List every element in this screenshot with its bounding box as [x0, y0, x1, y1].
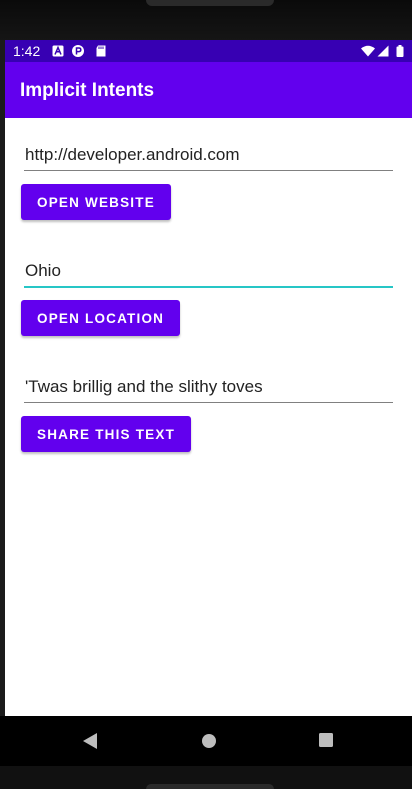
p-icon	[72, 45, 84, 57]
device-bezel-bottom	[0, 766, 412, 789]
location-input[interactable]	[24, 258, 394, 284]
home-icon[interactable]	[201, 733, 217, 749]
status-time: 1:42	[13, 43, 41, 59]
device-bezel-top	[0, 0, 412, 40]
status-bar: 1:42	[5, 40, 412, 62]
app-bar: Implicit Intents	[5, 62, 412, 118]
share-text-button[interactable]: SHARE THIS TEXT	[21, 416, 192, 452]
open-location-button[interactable]: OPEN LOCATION	[21, 300, 181, 336]
share-text-input[interactable]	[24, 374, 394, 400]
open-website-button[interactable]: OPEN WEBSITE	[21, 184, 171, 220]
website-field-container	[24, 142, 394, 171]
share-field-container	[24, 374, 394, 403]
website-url-input[interactable]	[24, 142, 394, 168]
navigation-bar	[0, 716, 412, 766]
recents-icon[interactable]	[319, 733, 333, 747]
speaker-top	[146, 0, 274, 6]
wifi-icon	[361, 45, 375, 57]
sd-card-icon	[96, 45, 106, 57]
location-field-container	[24, 258, 394, 288]
battery-icon	[396, 45, 404, 57]
a-icon	[52, 45, 64, 57]
speaker-bottom	[146, 784, 274, 789]
signal-icon	[377, 45, 389, 57]
back-icon[interactable]	[82, 732, 98, 750]
app-title: Implicit Intents	[20, 80, 155, 101]
screen: 1:42 Implicit Intents OPEN WEBSITE	[5, 40, 412, 716]
